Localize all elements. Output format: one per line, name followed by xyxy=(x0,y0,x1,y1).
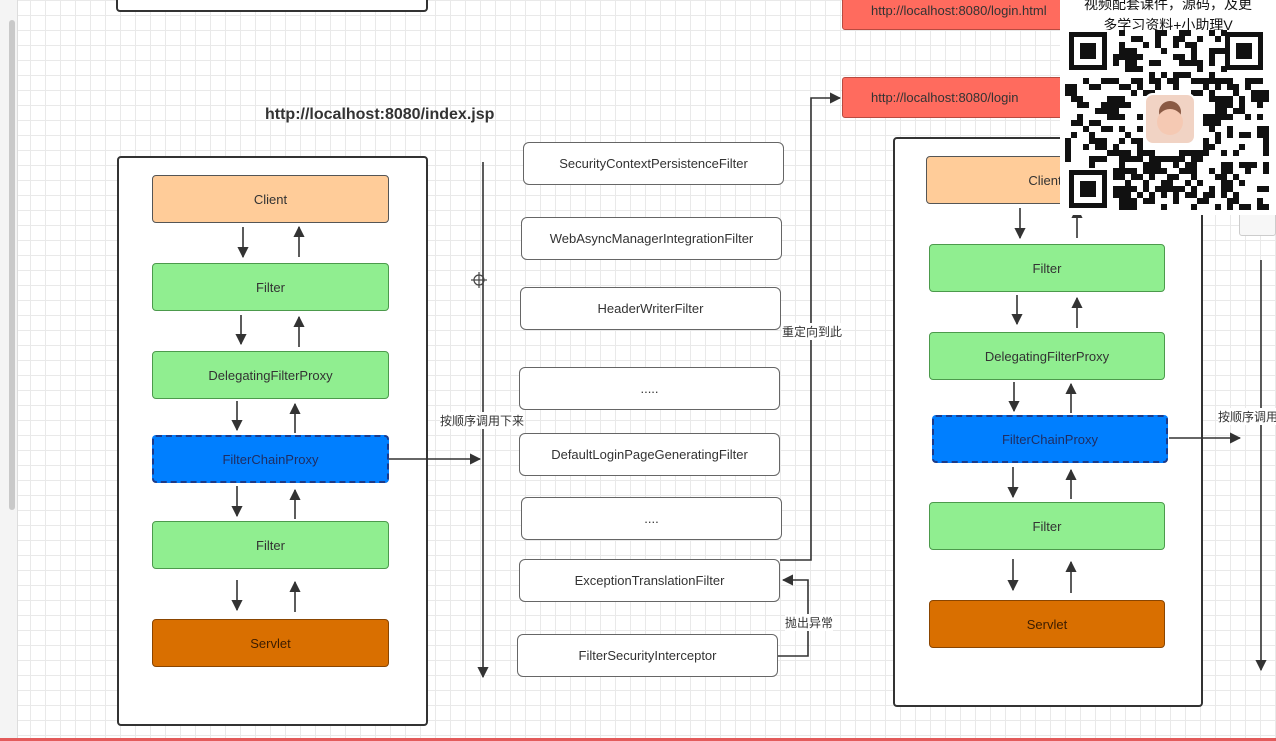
watermark-panel: 视频配套课件，源码，及更 多学习资料+小助理V xyxy=(1060,0,1276,215)
call-order-label: 按顺序调用下来 xyxy=(440,412,525,429)
redirect-label: 重定向到此 xyxy=(782,323,843,340)
move-cursor-icon xyxy=(471,272,487,288)
qr-code-image xyxy=(1065,30,1271,210)
watermark-line-1: 视频配套课件，源码，及更 xyxy=(1084,0,1252,12)
throw-exception-label: 抛出异常 xyxy=(785,614,834,631)
right-call-order-label: 按顺序调用 xyxy=(1218,408,1276,425)
